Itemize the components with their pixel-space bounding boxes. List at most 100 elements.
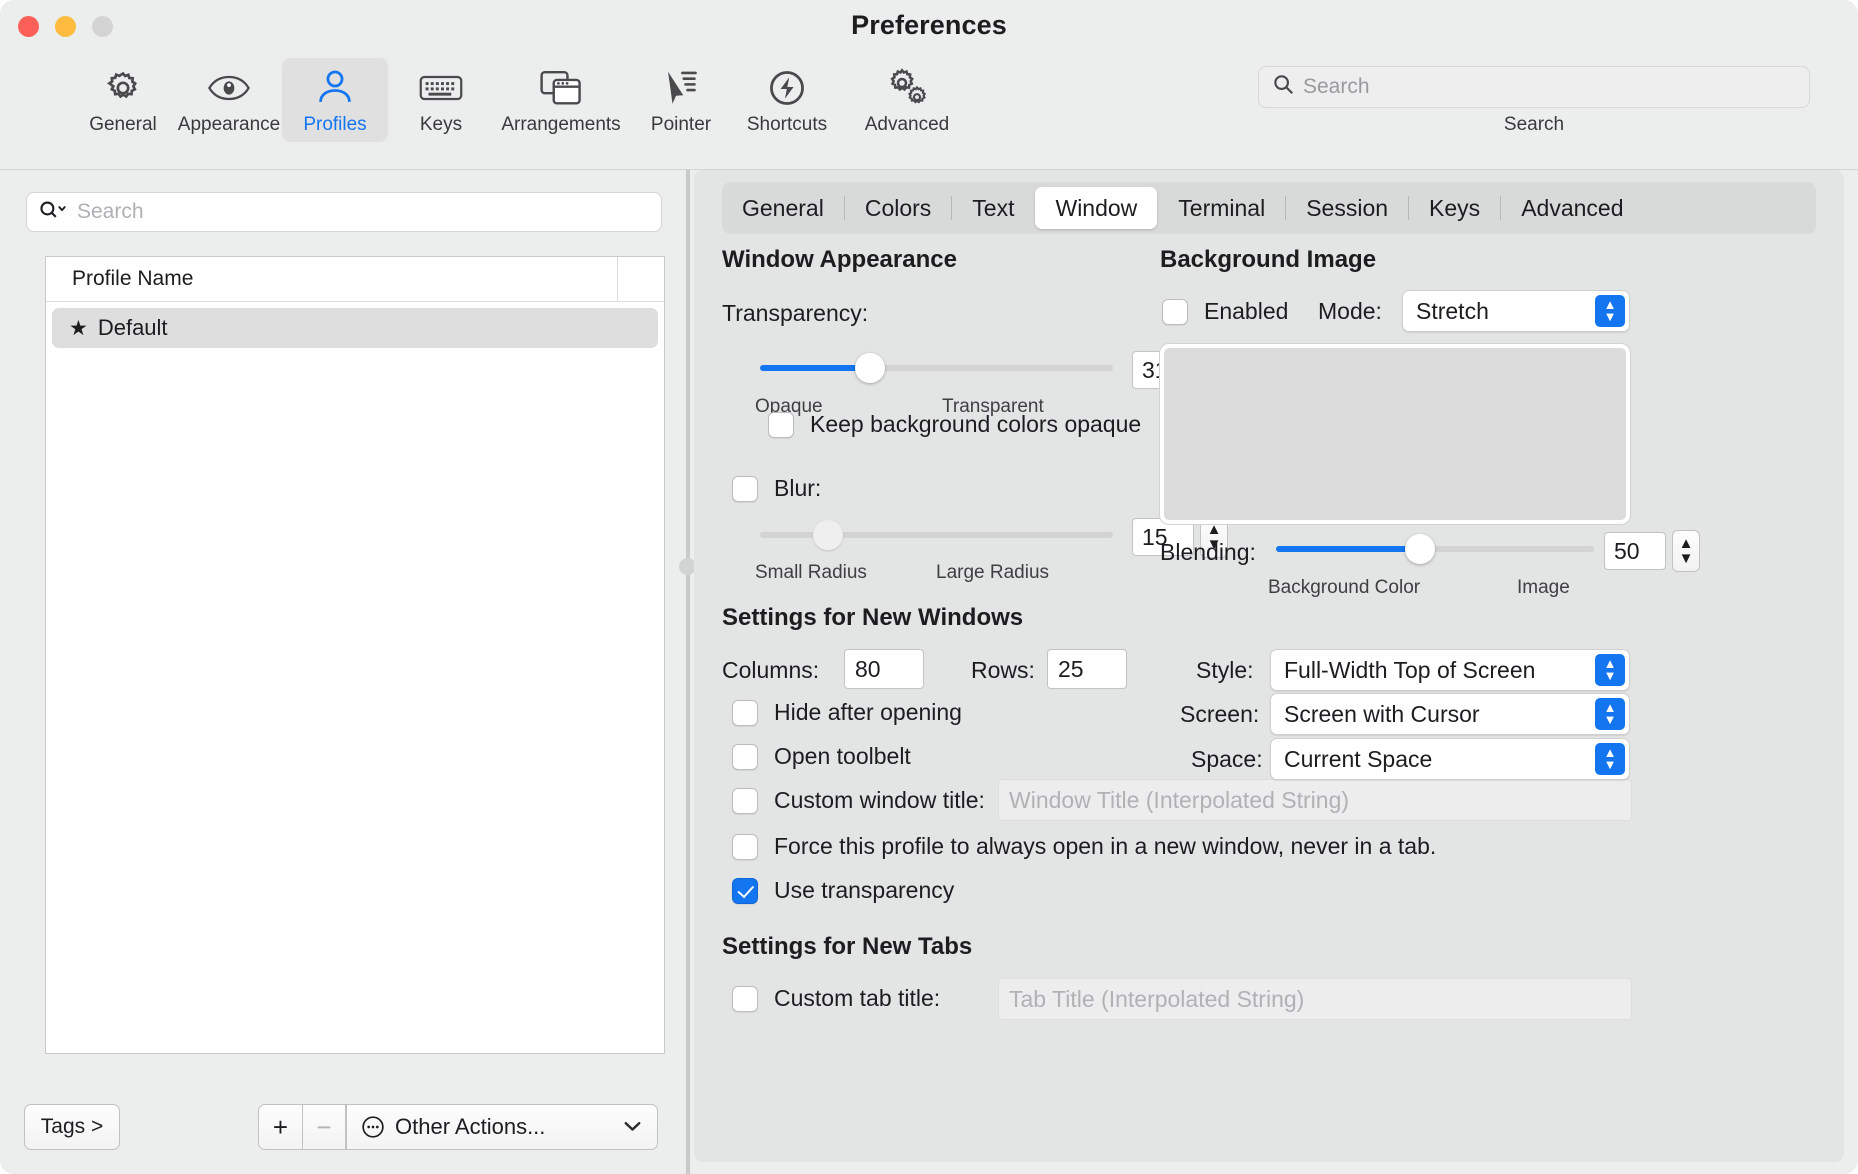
toolbar-item-appearance[interactable]: Appearance [176,58,282,142]
keep-bg-opaque-label: Keep background colors opaque [810,411,1141,438]
add-profile-button[interactable]: + [258,1104,302,1150]
screen-label: Screen: [1180,701,1259,728]
background-image-enabled-label: Enabled [1204,298,1288,325]
sidebar-splitter[interactable] [686,170,690,1174]
section-title-background-image: Background Image [1160,246,1376,274]
transparency-slider[interactable] [760,355,1113,381]
remove-profile-button[interactable]: − [302,1104,346,1150]
custom-tab-title-checkbox[interactable] [732,986,758,1012]
search-input[interactable]: Search [1258,66,1810,108]
column-divider[interactable] [617,257,618,301]
star-icon: ★ [69,316,88,341]
popup-chevrons-icon[interactable]: ▲▼ [1595,743,1625,775]
profiles-table: Profile Name ★ Default [45,256,665,1054]
gear-icon [103,66,143,110]
blending-slider[interactable] [1276,536,1594,562]
space-label: Space: [1191,746,1263,773]
blending-value-field[interactable]: 50 [1604,532,1666,570]
custom-window-title-label: Custom window title: [774,787,985,814]
slider-knob[interactable] [855,353,885,383]
popup-chevrons-icon[interactable]: ▲▼ [1595,295,1625,327]
window-body: Search Profile Name ★ Default Tags > + [0,170,1858,1174]
rows-label: Rows: [971,657,1035,684]
background-image-well[interactable] [1160,344,1630,524]
space-value: Current Space [1284,746,1432,773]
columns-field[interactable]: 80 [844,649,924,689]
toolbar-item-advanced[interactable]: Advanced [840,58,974,142]
tab-terminal[interactable]: Terminal [1158,187,1285,229]
blur-min-label: Small Radius [755,562,867,584]
tab-advanced[interactable]: Advanced [1501,187,1643,229]
tab-colors[interactable]: Colors [845,187,951,229]
custom-tab-title-field[interactable]: Tab Title (Interpolated String) [998,978,1632,1020]
section-title-window-appearance: Window Appearance [722,246,957,274]
tab-keys[interactable]: Keys [1409,187,1500,229]
profile-search-placeholder: Search [77,200,144,224]
toolbar-item-label: General [89,114,157,136]
custom-window-title-checkbox[interactable] [732,788,758,814]
slider-knob[interactable] [813,520,843,550]
hide-after-opening-checkbox[interactable] [732,700,758,726]
use-transparency-checkbox[interactable] [732,878,758,904]
bolt-icon [768,66,806,110]
tab-window[interactable]: Window [1035,187,1157,229]
transparency-label: Transparency: [722,300,868,327]
eye-icon [207,66,251,110]
table-row[interactable]: ★ Default [52,308,658,348]
screen-value: Screen with Cursor [1284,701,1480,728]
search-dropdown-icon[interactable] [39,200,67,225]
tab-session[interactable]: Session [1286,187,1408,229]
gears-icon [885,66,929,110]
toolbar-item-keys[interactable]: Keys [388,58,494,142]
slider-knob[interactable] [1405,534,1435,564]
style-popup[interactable]: Full-Width Top of Screen ▲▼ [1270,649,1630,691]
hide-after-opening-label: Hide after opening [774,699,962,726]
toolbar-item-label: Advanced [865,114,950,136]
toolbar-item-arrangements[interactable]: Arrangements [494,58,628,142]
blur-label: Blur: [774,475,821,502]
column-header-profile-name[interactable]: Profile Name [72,267,193,291]
tags-button[interactable]: Tags > [24,1104,120,1150]
window-title: Preferences [0,10,1858,41]
toolbar-item-profiles[interactable]: Profiles [282,58,388,142]
open-toolbelt-checkbox[interactable] [732,744,758,770]
columns-label: Columns: [722,657,819,684]
stepper-down-icon[interactable]: ▼ [1679,551,1694,566]
toolbar-item-general[interactable]: General [70,58,176,142]
background-image-enabled-checkbox[interactable] [1162,299,1188,325]
ellipsis-circle-icon [361,1115,385,1139]
profile-name-cell: Default [98,315,168,341]
blending-min-label: Background Color [1268,577,1420,599]
slider-fill [1276,546,1419,552]
background-mode-label: Mode: [1318,298,1382,325]
keep-bg-opaque-checkbox[interactable] [768,412,794,438]
other-actions-label: Other Actions... [395,1114,545,1140]
use-transparency-label: Use transparency [774,877,954,904]
sidebar-bottom-bar: Tags > + − Other Actio [0,1104,690,1150]
force-new-window-checkbox[interactable] [732,834,758,860]
blending-stepper[interactable]: ▲ ▼ [1672,530,1700,572]
force-new-window-label: Force this profile to always open in a n… [774,833,1436,860]
blur-checkbox[interactable] [732,476,758,502]
screen-popup[interactable]: Screen with Cursor ▲▼ [1270,693,1630,735]
toolbar-items: General Appearance [70,58,974,142]
profile-search-input[interactable]: Search [26,192,662,232]
stepper-up-icon[interactable]: ▲ [1207,522,1222,537]
search-icon [1273,74,1294,100]
other-actions-button[interactable]: Other Actions... [346,1104,658,1150]
tab-text[interactable]: Text [952,187,1034,229]
toolbar-item-label: Shortcuts [747,114,827,136]
space-popup[interactable]: Current Space ▲▼ [1270,738,1630,780]
profile-actions-group: + − Other Actions... [258,1104,658,1150]
popup-chevrons-icon[interactable]: ▲▼ [1595,698,1625,730]
toolbar-item-shortcuts[interactable]: Shortcuts [734,58,840,142]
rows-field[interactable]: 25 [1047,649,1127,689]
popup-chevrons-icon[interactable]: ▲▼ [1595,654,1625,686]
background-mode-popup[interactable]: Stretch ▲▼ [1402,290,1630,332]
blur-slider[interactable] [760,522,1113,548]
custom-window-title-placeholder: Window Title (Interpolated String) [1009,787,1349,814]
custom-window-title-field[interactable]: Window Title (Interpolated String) [998,779,1632,821]
tab-general[interactable]: General [722,187,844,229]
stepper-up-icon[interactable]: ▲ [1679,536,1694,551]
toolbar-item-pointer[interactable]: Pointer [628,58,734,142]
